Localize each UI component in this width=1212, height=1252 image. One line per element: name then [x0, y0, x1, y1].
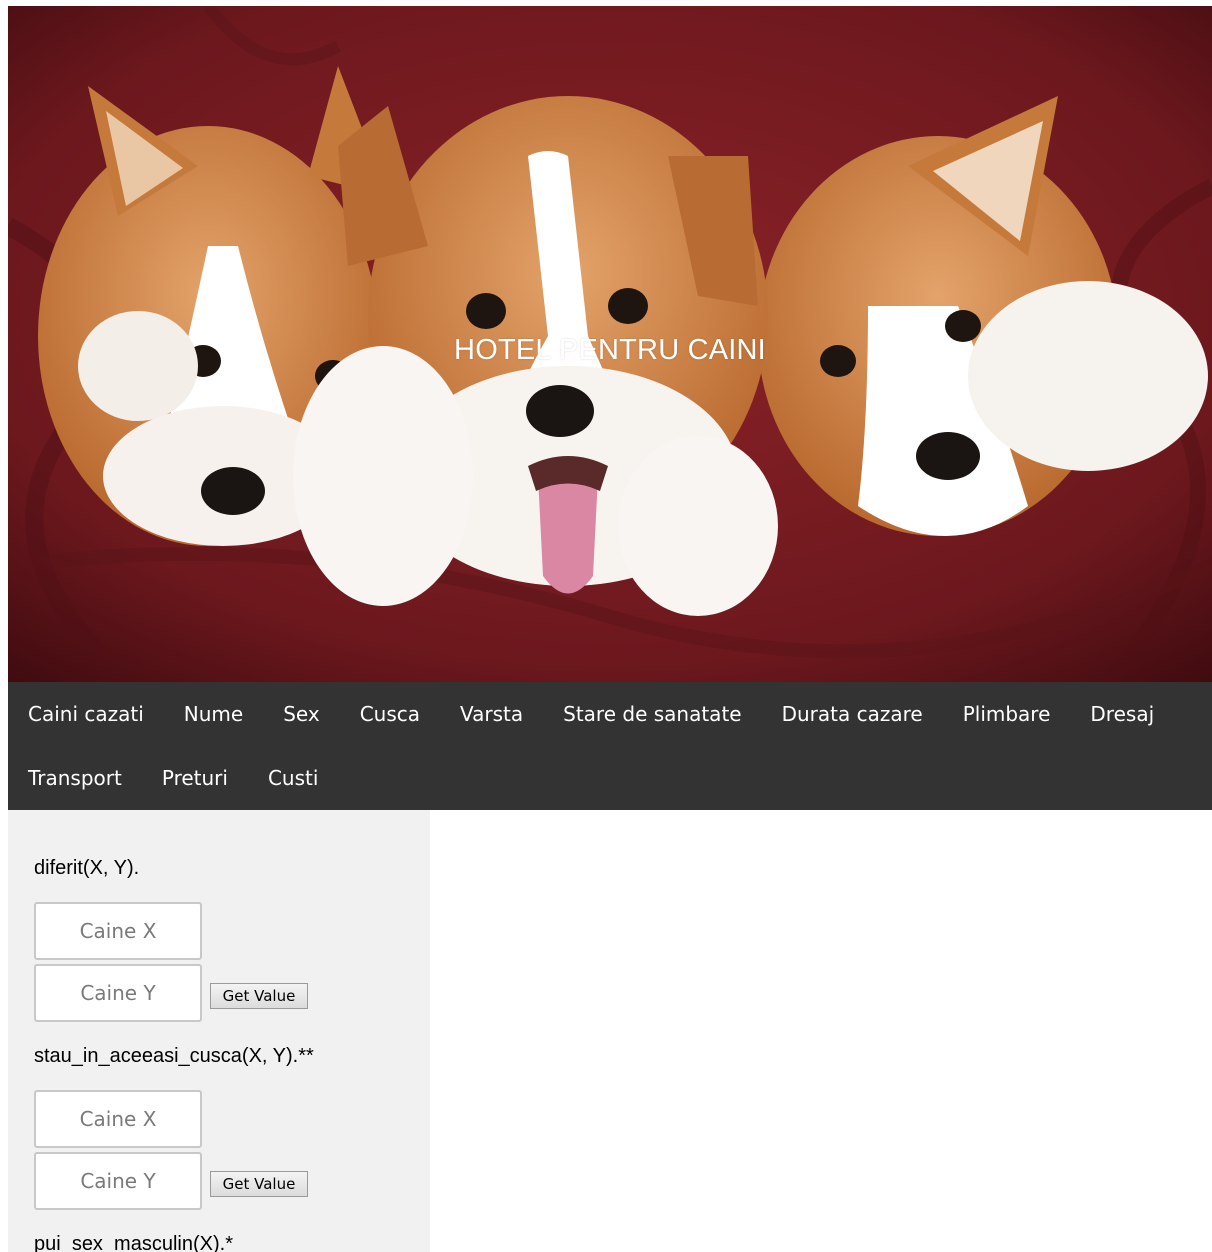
caine-x-input[interactable] [34, 1090, 202, 1148]
nav-row-1: Caini cazati Nume Sex Cusca Varsta Stare… [8, 682, 1212, 746]
nav-link-caini-cazati[interactable]: Caini cazati [8, 682, 164, 746]
nav-link-preturi[interactable]: Preturi [142, 746, 248, 810]
nav-link-sex[interactable]: Sex [263, 682, 339, 746]
query-sidebar: diferit(X, Y). Get Value stau_in_aceeasi… [8, 810, 430, 1252]
query-label-pui-sex-masculin: pui_sex_masculin(X).* [34, 1233, 233, 1252]
page: HOTEL PENTRU CAINI Caini cazati Nume Sex… [0, 0, 1212, 1252]
get-value-button[interactable]: Get Value [210, 1171, 308, 1197]
nav-link-custi[interactable]: Custi [248, 746, 338, 810]
top-navigation: Caini cazati Nume Sex Cusca Varsta Stare… [8, 682, 1212, 810]
nav-row-2: Transport Preturi Custi [8, 746, 1212, 810]
nav-link-transport[interactable]: Transport [8, 746, 142, 810]
nav-link-varsta[interactable]: Varsta [440, 682, 543, 746]
get-value-button[interactable]: Get Value [210, 983, 308, 1009]
nav-link-dresaj[interactable]: Dresaj [1070, 682, 1174, 746]
query-label-diferit: diferit(X, Y). [34, 857, 140, 879]
nav-link-plimbare[interactable]: Plimbare [943, 682, 1071, 746]
caine-y-input[interactable] [34, 1152, 202, 1210]
hero-title: HOTEL PENTRU CAINI [454, 334, 766, 366]
nav-link-stare-de-sanatate[interactable]: Stare de sanatate [543, 682, 761, 746]
caine-x-input[interactable] [34, 902, 202, 960]
hero-banner: HOTEL PENTRU CAINI [8, 6, 1212, 682]
caine-y-input[interactable] [34, 964, 202, 1022]
nav-link-nume[interactable]: Nume [164, 682, 263, 746]
nav-link-durata-cazare[interactable]: Durata cazare [762, 682, 943, 746]
query-label-stau-in-aceeasi-cusca: stau_in_aceeasi_cusca(X, Y).** [34, 1045, 314, 1067]
nav-link-cusca[interactable]: Cusca [340, 682, 440, 746]
